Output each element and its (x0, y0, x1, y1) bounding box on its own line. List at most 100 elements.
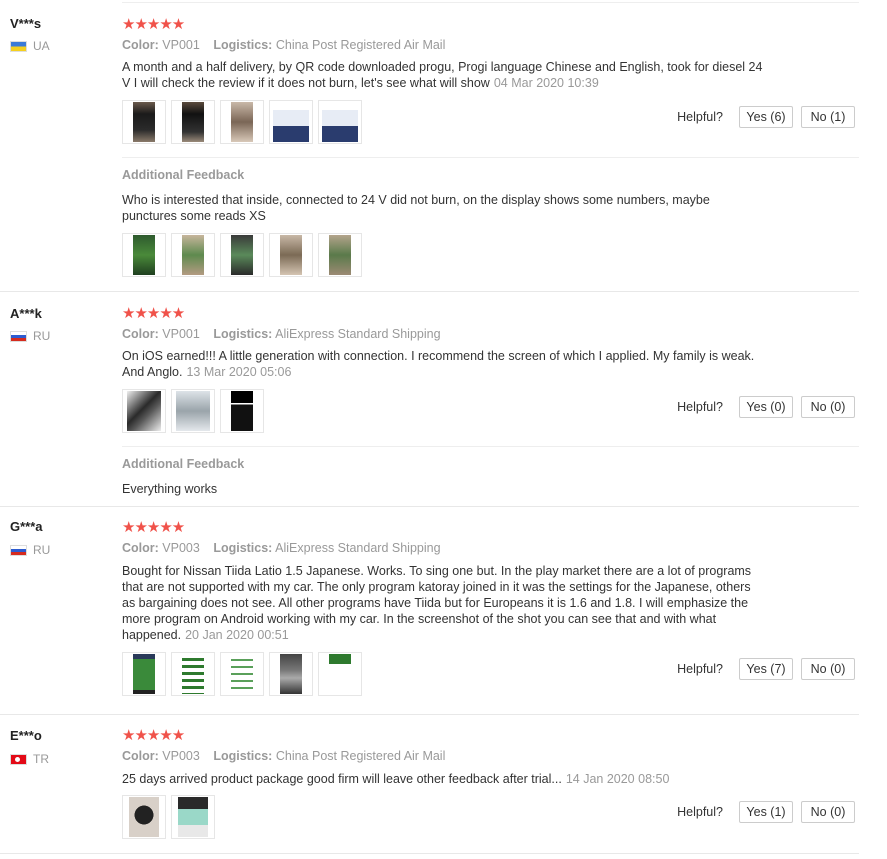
reviewer-country: RU (10, 329, 50, 343)
review-photo[interactable] (269, 652, 313, 696)
helpful-yes-button[interactable]: Yes (7) (739, 658, 793, 680)
color-value: VP003 (162, 749, 200, 763)
review-photo[interactable] (220, 389, 264, 433)
review-photo[interactable] (220, 100, 264, 144)
additional-feedback-title: Additional Feedback (122, 457, 245, 471)
turkey-flag-icon (10, 753, 27, 765)
review-body: A month and a half delivery, by QR code … (122, 60, 763, 90)
additional-feedback-text: Everything works (122, 482, 218, 496)
ukraine-flag-icon (10, 40, 27, 52)
divider (122, 446, 859, 447)
star-rating: ★★★★★ (122, 727, 185, 744)
russia-flag-icon (10, 544, 27, 556)
helpful-label: Helpful? (677, 805, 723, 819)
divider (0, 291, 859, 292)
logistics-label: Logistics: (213, 749, 273, 763)
review-photo[interactable] (171, 795, 215, 839)
additional-feedback-text: Who is interested that inside, connected… (122, 193, 710, 223)
review-text: A month and a half delivery, by QR code … (122, 59, 767, 91)
review-photo[interactable] (220, 233, 264, 277)
logistics-value: China Post Registered Air Mail (275, 749, 446, 763)
review-photo[interactable] (122, 795, 166, 839)
review-date: 04 Mar 2020 10:39 (493, 76, 599, 90)
helpful-label: Helpful? (677, 400, 723, 414)
helpful-votes: Helpful? Yes (6) No (1) (677, 106, 855, 128)
country-code: UA (33, 39, 50, 53)
review-photos (122, 652, 367, 696)
review-date: 14 Jan 2020 08:50 (565, 772, 670, 786)
helpful-no-button[interactable]: No (1) (801, 106, 855, 128)
color-label: Color: (122, 38, 159, 52)
review-photo[interactable] (122, 389, 166, 433)
helpful-yes-button[interactable]: Yes (6) (739, 106, 793, 128)
star-rating: ★★★★★ (122, 519, 185, 536)
helpful-yes-button[interactable]: Yes (0) (739, 396, 793, 418)
review-photos (122, 389, 269, 433)
order-info: Color: VP001 Logistics: China Post Regis… (122, 38, 445, 52)
color-value: VP003 (162, 541, 200, 555)
divider (0, 853, 859, 854)
helpful-no-button[interactable]: No (0) (801, 801, 855, 823)
divider (122, 2, 859, 3)
review-photo[interactable] (122, 652, 166, 696)
reviewer-name: G***a (10, 519, 43, 534)
country-code: RU (33, 329, 51, 343)
divider (122, 157, 859, 158)
review-text: On iOS earned!!! A little generation wit… (122, 348, 767, 380)
order-info: Color: VP001 Logistics: AliExpress Stand… (122, 327, 441, 341)
review-photo[interactable] (171, 100, 215, 144)
review-photo[interactable] (220, 652, 264, 696)
helpful-label: Helpful? (677, 110, 723, 124)
review-photos (122, 795, 220, 839)
reviewer-country: RU (10, 543, 50, 557)
helpful-yes-button[interactable]: Yes (1) (739, 801, 793, 823)
review-date: 20 Jan 2020 00:51 (185, 628, 289, 642)
review-photo[interactable] (318, 652, 362, 696)
russia-flag-icon (10, 330, 27, 342)
review-photo[interactable] (269, 100, 313, 144)
review-photo[interactable] (171, 652, 215, 696)
reviewer-name: E***o (10, 728, 42, 743)
helpful-votes: Helpful? Yes (1) No (0) (677, 801, 855, 823)
review-photo[interactable] (122, 233, 166, 277)
review-photo[interactable] (171, 389, 215, 433)
logistics-value: AliExpress Standard Shipping (275, 327, 441, 341)
color-value: VP001 (162, 38, 200, 52)
helpful-votes: Helpful? Yes (7) No (0) (677, 658, 855, 680)
review-photo[interactable] (122, 100, 166, 144)
country-code: TR (33, 752, 49, 766)
additional-photos (122, 233, 367, 277)
order-info: Color: VP003 Logistics: AliExpress Stand… (122, 541, 441, 555)
review-photo[interactable] (318, 100, 362, 144)
reviewer-country: TR (10, 752, 49, 766)
review-photo[interactable] (269, 233, 313, 277)
logistics-value: China Post Registered Air Mail (275, 38, 446, 52)
review-body: 25 days arrived product package good fir… (122, 772, 562, 786)
divider (0, 714, 859, 715)
logistics-label: Logistics: (213, 327, 273, 341)
order-info: Color: VP003 Logistics: China Post Regis… (122, 749, 445, 763)
helpful-votes: Helpful? Yes (0) No (0) (677, 396, 855, 418)
color-label: Color: (122, 749, 159, 763)
additional-feedback-title: Additional Feedback (122, 168, 245, 182)
logistics-value: AliExpress Standard Shipping (275, 541, 441, 555)
review-text: Bought for Nissan Tiida Latio 1.5 Japane… (122, 563, 767, 643)
review-photo[interactable] (171, 233, 215, 277)
helpful-no-button[interactable]: No (0) (801, 658, 855, 680)
review-photos (122, 100, 367, 144)
helpful-no-button[interactable]: No (0) (801, 396, 855, 418)
star-rating: ★★★★★ (122, 305, 185, 322)
helpful-label: Helpful? (677, 662, 723, 676)
color-label: Color: (122, 327, 159, 341)
color-label: Color: (122, 541, 159, 555)
logistics-label: Logistics: (213, 38, 273, 52)
reviewer-country: UA (10, 39, 50, 53)
divider (0, 506, 859, 507)
logistics-label: Logistics: (213, 541, 273, 555)
review-photo[interactable] (318, 233, 362, 277)
reviewer-name: V***s (10, 16, 42, 31)
review-date: 13 Mar 2020 05:06 (186, 365, 292, 379)
star-rating: ★★★★★ (122, 16, 185, 33)
country-code: RU (33, 543, 51, 557)
reviewer-name: A***k (10, 306, 42, 321)
